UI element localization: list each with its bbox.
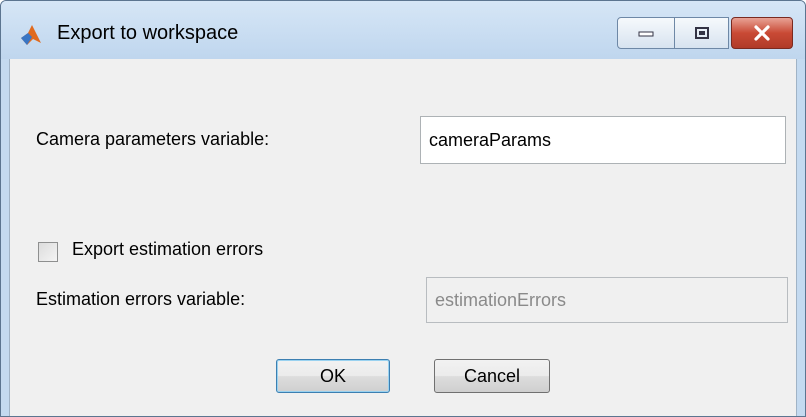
cancel-button[interactable]: Cancel	[434, 359, 550, 393]
camera-params-input[interactable]	[420, 116, 786, 164]
estimation-errors-input[interactable]	[426, 277, 788, 323]
export-errors-checkbox[interactable]	[38, 242, 58, 262]
dialog-body: Camera parameters variable: Export estim…	[9, 59, 797, 416]
maximize-icon	[694, 27, 709, 39]
camera-params-label: Camera parameters variable:	[36, 129, 270, 149]
window-title: Export to workspace	[57, 22, 239, 44]
close-icon	[754, 25, 770, 41]
matlab-icon	[21, 25, 41, 45]
estimation-errors-label: Estimation errors variable:	[36, 289, 246, 309]
export-errors-label: Export estimation errors	[72, 239, 264, 259]
minimize-icon	[638, 31, 654, 37]
export-dialog: Export to workspace Camera parameters va…	[0, 0, 806, 417]
ok-button[interactable]: OK	[276, 359, 390, 393]
maximize-button[interactable]	[675, 17, 729, 49]
close-button[interactable]	[731, 17, 793, 49]
minimize-button[interactable]	[617, 17, 675, 49]
title-bar[interactable]: Export to workspace	[1, 1, 805, 59]
